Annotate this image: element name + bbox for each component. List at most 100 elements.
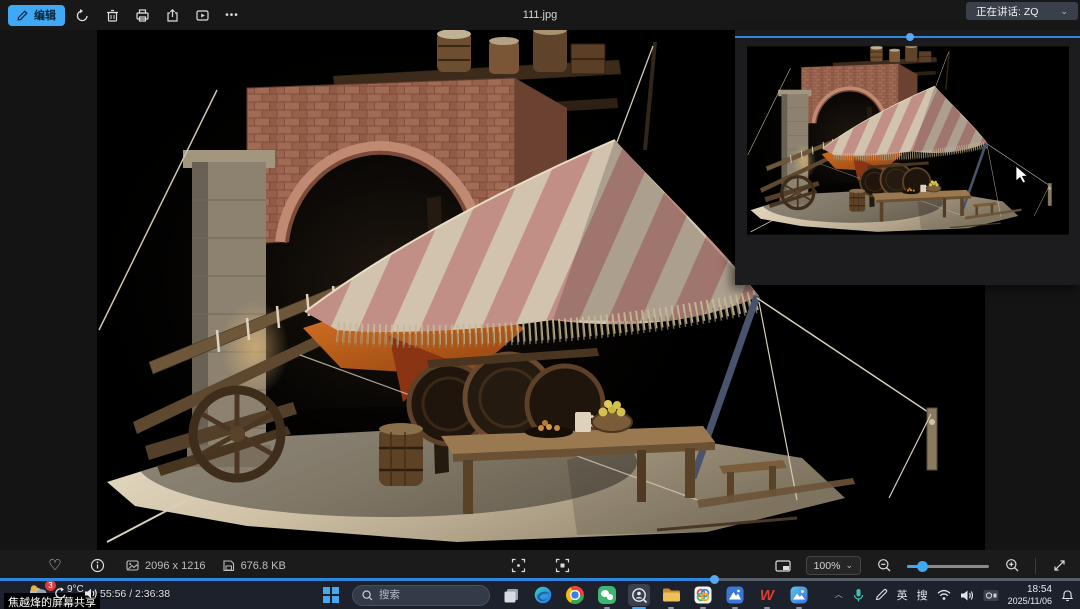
share-icon [165,8,180,23]
speaking-label: 正在讲话: ZQ [976,4,1038,19]
share-button[interactable] [159,3,185,27]
trash-icon [105,8,120,23]
volume-icon[interactable] [960,589,974,602]
zoom-fit-icon [511,558,526,573]
slideshow-button[interactable] [189,3,215,27]
chrome-icon [566,586,584,604]
clock-date: 2025/11/06 [1008,596,1052,606]
clock-time: 18:54 [1008,584,1052,596]
ime-indicator[interactable]: 搜 [917,587,928,603]
notification-bell-icon[interactable] [1061,588,1074,602]
file-size: 676.8 KB [222,559,286,572]
dimensions-value: 2096 x 1216 [145,560,206,572]
zoom-in-icon [1005,558,1020,573]
statusbar-divider [1035,558,1036,574]
edit-button-label: 编辑 [34,7,56,23]
image-dimensions: 2096 x 1216 [126,559,206,572]
zoom-to-fit-button[interactable] [505,554,531,578]
meeting-speaking-pill[interactable]: 正在讲话: ZQ ⌄ [966,2,1078,20]
mini-player-button[interactable] [770,554,796,578]
pen-icon[interactable] [874,588,888,602]
task-view-button[interactable] [500,584,522,606]
chevron-up-icon[interactable]: ︿ [835,591,843,599]
taskbar-tray: ︿ 英 搜 [835,581,1074,609]
statusbar-center-group [505,550,575,581]
taskbar-app-mountain[interactable] [724,584,746,606]
wps-icon: W [758,586,776,604]
zoom-level-select[interactable]: 100% ⌄ [806,556,861,575]
delete-button[interactable] [99,3,125,27]
rotate-button[interactable] [69,3,95,27]
pencil-icon [17,9,29,21]
tray-camera-app-icon[interactable] [983,589,999,602]
taskbar-app-wps[interactable]: W [756,584,778,606]
volume-playback-icon[interactable] [84,587,99,600]
edge-icon [534,586,552,604]
zoom-in-button[interactable] [999,554,1025,578]
playback-time: 55:56 / 2:36:38 [100,588,170,600]
taskbar-search[interactable] [352,585,490,606]
photos-toolbar: 编辑 [0,0,1080,30]
svg-text:W: W [760,587,776,604]
chevron-down-icon: ⌄ [845,561,853,570]
taskbar-app-photos[interactable] [788,584,810,606]
favorite-button[interactable]: ♡ [42,554,68,578]
actual-size-button[interactable] [549,554,575,578]
wechat-icon [598,586,616,604]
wifi-icon[interactable] [937,589,951,601]
search-input[interactable] [379,589,479,601]
edit-button[interactable]: 编辑 [8,5,65,26]
heart-icon: ♡ [48,558,61,573]
mouse-cursor-icon [1015,165,1028,184]
toolbar-left-group: 编辑 [0,3,245,27]
playback-seekbar-played [0,578,715,581]
info-icon [90,558,105,573]
printer-icon [135,8,150,23]
more-button[interactable]: ••• [219,3,245,27]
zoom-slider[interactable] [907,560,989,572]
fullscreen-button[interactable] [1046,554,1072,578]
window-title: 111.jpg [523,0,557,30]
pip-3d-scene-thumbnail [747,46,1069,235]
rotate-icon [75,8,90,23]
taskbar-app-chrome[interactable] [564,584,586,606]
folder-icon [662,587,681,603]
microphone-icon[interactable] [852,588,865,603]
info-button[interactable] [84,554,110,578]
fullscreen-icon [1052,558,1067,573]
meeting-pip-window[interactable] [735,30,1080,285]
mini-player-icon [775,559,791,573]
statusbar-left-group: ♡ 2096 x 1216 [42,550,286,581]
taskbar-app-rings[interactable] [692,584,714,606]
zoom-level-value: 100% [814,560,841,572]
taskbar-app-file-explorer[interactable] [660,584,682,606]
language-indicator[interactable]: 英 [897,587,908,603]
zoom-slider-thumb[interactable] [917,561,928,572]
search-icon [362,590,373,601]
taskbar-center-group: W [320,584,810,606]
start-button[interactable] [320,584,342,606]
zoom-out-button[interactable] [871,554,897,578]
photos-app-icon [790,586,808,604]
color-rings-app-icon [694,586,712,604]
taskbar-app-meeting-active[interactable] [628,584,650,606]
taskbar-clock[interactable]: 18:54 2025/11/06 [1008,584,1052,606]
screen: 编辑 [0,0,1080,609]
playback-seekbar-thumb[interactable] [710,575,719,584]
more-icon: ••• [225,10,239,21]
taskbar-app-edge[interactable] [532,584,554,606]
pip-progress-thumb[interactable] [906,33,914,41]
photos-statusbar: ♡ 2096 x 1216 [0,550,1080,581]
image-icon [126,559,139,572]
slideshow-icon [195,8,210,23]
replay-icon[interactable] [54,587,67,600]
zoom-out-icon [877,558,892,573]
taskbar-app-wechat[interactable] [596,584,618,606]
chevron-down-icon: ⌄ [1060,7,1068,16]
playback-seekbar[interactable] [0,578,1080,581]
print-button[interactable] [129,3,155,27]
filesize-value: 676.8 KB [241,560,286,572]
windows-logo-icon [323,587,339,603]
actual-size-icon [555,558,570,573]
statusbar-right-group: 100% ⌄ [770,550,1072,581]
